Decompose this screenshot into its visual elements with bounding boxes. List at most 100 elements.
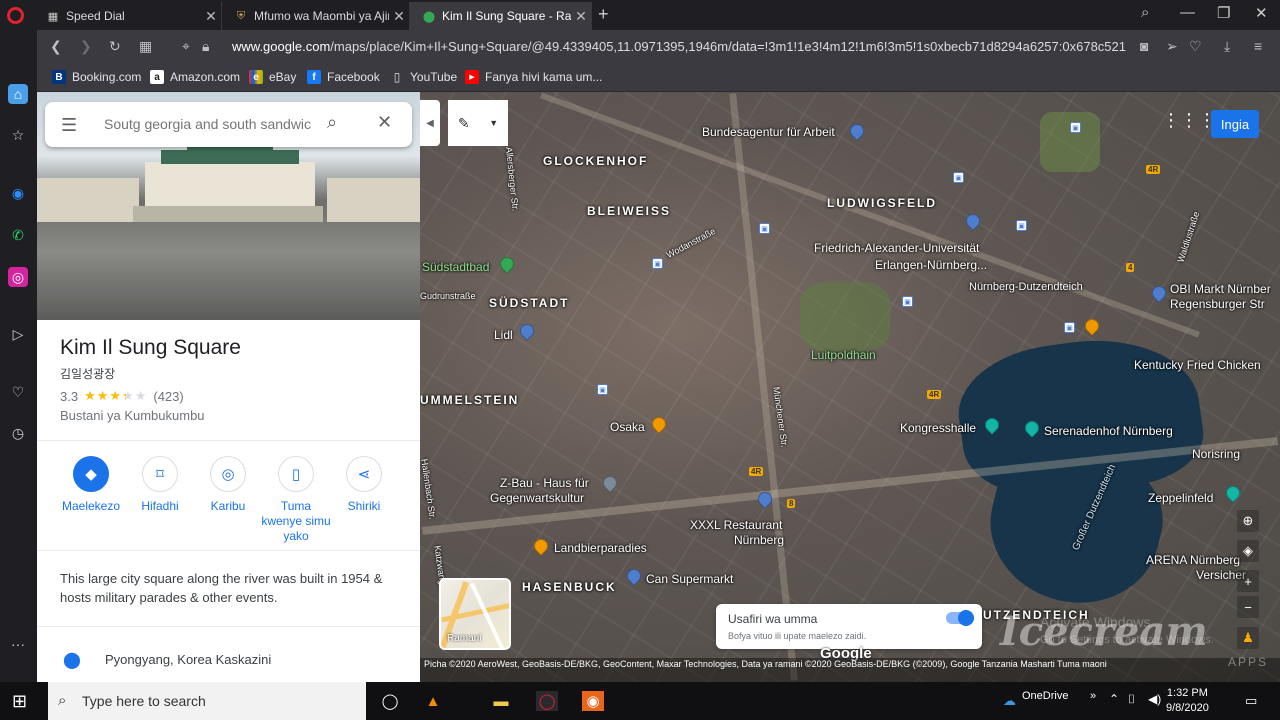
map-label[interactable]: Kongresshalle [900, 421, 976, 435]
home-icon[interactable]: ⌂ [8, 84, 28, 104]
download-icon[interactable]: ⤓ [1224, 38, 1230, 55]
signin-button[interactable]: Ingia [1211, 110, 1259, 138]
collapse-panel-button[interactable]: ◀ [420, 100, 440, 146]
location-icon[interactable]: ⌖ [182, 38, 190, 55]
place-pin-icon[interactable] [600, 473, 620, 493]
taskbar-search[interactable]: ⌕ Type here to search [48, 682, 366, 720]
map-label[interactable]: Bundesagentur für Arbeit [702, 125, 835, 139]
heart-icon[interactable]: ♡ [8, 382, 28, 402]
tab-mfumo[interactable]: ⛨ Mfumo wa Maombi ya Ajir ✕ [222, 2, 410, 30]
park-pin-icon[interactable] [497, 254, 517, 274]
food-pin-icon[interactable] [649, 414, 669, 434]
close-window-button[interactable]: ✕ [1255, 4, 1268, 22]
bookmark-booking[interactable]: B Booking.com [52, 70, 141, 84]
whatsapp-icon[interactable]: ✆ [8, 225, 28, 245]
map-label[interactable]: Lidl [494, 328, 513, 342]
transit-toggle[interactable] [946, 610, 974, 626]
zoom-in-button[interactable]: + [1237, 570, 1259, 592]
lock-icon[interactable]: 🔒︎ [202, 38, 209, 55]
venue-pin-icon[interactable] [1223, 483, 1243, 503]
camera-icon[interactable]: ◙ [1140, 38, 1148, 54]
vlc-icon[interactable]: ▲ [422, 691, 444, 711]
layer-toggle-minimap[interactable]: Ramani [439, 578, 511, 650]
recorder-taskbar-icon[interactable]: ◉ [582, 691, 604, 711]
place-address[interactable]: Pyongyang, Korea Kaskazini [105, 652, 271, 667]
close-tab-icon[interactable]: ✕ [201, 8, 221, 25]
bookmark-fanya-hivi[interactable]: ▶ Fanya hivi kama um... [465, 70, 602, 84]
menu-icon[interactable]: ≡ [1254, 38, 1262, 54]
network-icon[interactable]: ⌷ [1128, 692, 1135, 707]
bus-stop-icon[interactable]: ▣ [652, 258, 663, 269]
bookmark-ebay[interactable]: e eBay [249, 70, 296, 84]
search-tabs-icon[interactable]: ⌕ [1141, 4, 1149, 21]
opera-logo-icon[interactable] [7, 7, 24, 24]
minimize-button[interactable]: — [1180, 4, 1195, 21]
map-label[interactable]: Luitpoldhain [811, 348, 876, 362]
map-label[interactable]: Landbierparadies [554, 541, 647, 555]
messenger-icon[interactable]: ◉ [8, 183, 28, 203]
reload-button[interactable]: ↻ [109, 38, 121, 55]
share-button[interactable]: ⋖ Shiriki [324, 456, 404, 514]
file-explorer-icon[interactable]: ▬ [490, 691, 512, 711]
chevron-icon[interactable]: » [1090, 690, 1096, 702]
map-label[interactable]: Serenadenhof Nürnberg [1044, 424, 1173, 438]
maximize-button[interactable]: ❐ [1217, 4, 1230, 22]
bus-stop-icon[interactable]: ▣ [1016, 220, 1027, 231]
instagram-icon[interactable]: ◎ [8, 267, 28, 287]
search-input[interactable] [104, 114, 319, 134]
university-pin-icon[interactable] [963, 211, 983, 231]
map-label[interactable]: Kentucky Fried Chicken [1134, 358, 1261, 372]
map-label[interactable]: Erlangen-Nürnberg... [875, 258, 987, 272]
forward-button[interactable]: ❯ [80, 38, 92, 55]
send-icon[interactable]: ➢ [1166, 38, 1178, 55]
office-pin-icon[interactable] [847, 121, 867, 141]
new-tab-button[interactable]: + [598, 4, 609, 25]
task-view-icon[interactable]: ◯ [379, 691, 401, 711]
globe-icon[interactable]: ⊕ [1237, 510, 1259, 532]
windows-start-icon[interactable]: ⊞ [12, 691, 27, 712]
tabs-grid-icon[interactable]: ▦ [139, 38, 152, 55]
map-label[interactable]: ARENA Nürnberg [1146, 553, 1240, 567]
apps-grid-icon[interactable]: ⋮⋮⋮ [1162, 110, 1216, 131]
place-category[interactable]: Bustani ya Kumbukumbu [60, 408, 205, 423]
map-label[interactable]: Nürnberg [734, 533, 784, 547]
map-label[interactable]: XXXL Restaurant [690, 518, 782, 532]
url-field[interactable]: www.google.com/maps/place/Kim+Il+Sung+Sq… [232, 39, 1132, 54]
tray-up-icon[interactable]: ⌃ [1109, 692, 1119, 706]
my-location-icon[interactable]: ◈ [1237, 540, 1259, 562]
map-label[interactable]: Norisring [1192, 447, 1240, 461]
opera-taskbar-icon[interactable]: ◯ [536, 691, 558, 711]
bus-stop-icon[interactable]: ▣ [1070, 122, 1081, 133]
map-label[interactable]: Zeppelinfeld [1148, 491, 1213, 505]
map-label[interactable]: Gegenwartskultur [490, 491, 584, 505]
notification-icon[interactable]: ▭ [1245, 693, 1257, 709]
bus-stop-icon[interactable]: ▣ [759, 223, 770, 234]
shop-pin-icon[interactable] [1149, 283, 1169, 303]
shop-pin-icon[interactable] [624, 566, 644, 586]
directions-button[interactable]: ◆ Maelekezo [51, 456, 131, 514]
system-clock[interactable]: 1:32 PM 9/8/2020 [1166, 686, 1209, 716]
send-flow-icon[interactable]: ▷ [8, 324, 28, 344]
history-clock-icon[interactable]: ◷ [8, 423, 28, 443]
more-icon[interactable]: ··· [8, 634, 28, 654]
map-label[interactable]: Can Supermarkt [646, 572, 733, 586]
onedrive-icon[interactable]: ☁ [1003, 693, 1016, 709]
map-label[interactable]: Friedrich-Alexander-Universität [814, 241, 979, 255]
map-label[interactable]: OBI Markt Nürnber [1170, 282, 1271, 296]
map-label[interactable]: Südstadtbad [422, 260, 489, 274]
back-button[interactable]: ❮ [50, 38, 62, 55]
review-count[interactable]: (423) [153, 389, 183, 404]
search-icon[interactable]: ⌕ [327, 112, 337, 133]
hamburger-menu-icon[interactable]: ☰ [61, 115, 77, 136]
close-tab-icon[interactable]: ✕ [389, 8, 409, 25]
bus-stop-icon[interactable]: ▣ [1064, 322, 1075, 333]
bookmark-youtube[interactable]: ▯ YouTube [390, 70, 457, 84]
shop-pin-icon[interactable] [517, 321, 537, 341]
heart-icon[interactable]: ♡ [1189, 38, 1202, 55]
pegman-icon[interactable]: ♟ [1237, 627, 1259, 649]
bus-stop-icon[interactable]: ▣ [902, 296, 913, 307]
bus-stop-icon[interactable]: ▣ [597, 384, 608, 395]
food-pin-icon[interactable] [1082, 316, 1102, 336]
volume-icon[interactable]: ◀) [1148, 692, 1161, 706]
star-icon[interactable]: ☆ [8, 125, 28, 145]
